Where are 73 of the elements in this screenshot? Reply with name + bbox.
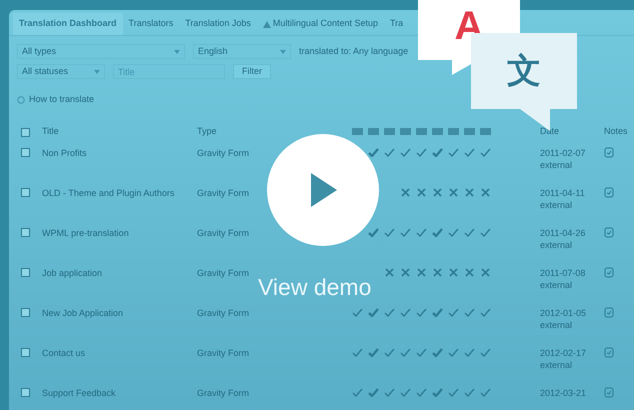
- tab[interactable]: Translation Dashboard: [13, 13, 123, 35]
- source-label: external: [540, 318, 574, 330]
- flag-icon: [368, 128, 379, 135]
- status-select[interactable]: All statuses: [17, 64, 105, 79]
- source-label: external: [540, 358, 574, 370]
- caret-icon: [280, 50, 286, 54]
- date-cell-text: 2012-01-05: [540, 306, 588, 318]
- row-checkbox[interactable]: [21, 188, 30, 196]
- title-cell-text: WPML pre-translation: [42, 226, 130, 240]
- type-select[interactable]: All types: [17, 44, 185, 59]
- type-cell-text: Gravity Form: [197, 146, 250, 160]
- source-label: external: [540, 158, 574, 170]
- source-label: external: [540, 238, 574, 250]
- type-cell-text: Gravity Form: [197, 266, 250, 280]
- flag-icon: [352, 128, 363, 135]
- note-icon[interactable]: [604, 306, 614, 318]
- select-all-checkbox[interactable]: [21, 128, 30, 136]
- type-cell-text: Gravity Form: [197, 386, 250, 400]
- note-icon[interactable]: [604, 226, 614, 238]
- source-label: external: [540, 198, 574, 210]
- type-cell-text: Gravity Form: [197, 186, 250, 200]
- row-checkbox[interactable]: [21, 148, 30, 156]
- target-language-label: translated to: Any language: [299, 44, 408, 58]
- row-checkbox[interactable]: [21, 388, 30, 396]
- title-cell-text: Job application: [42, 266, 104, 280]
- note-icon[interactable]: [604, 186, 614, 198]
- date-cell-text: 2011-04-11: [540, 186, 586, 198]
- date-cell-text: 2012-02-17: [540, 346, 588, 358]
- caret-icon: [94, 70, 100, 74]
- flag-icon: [384, 128, 395, 135]
- date-cell-text: 2011-02-07: [540, 146, 586, 158]
- date-cell-text: 2011-04-26: [540, 226, 586, 238]
- play-caption: View demo: [258, 273, 372, 302]
- flag-icon: [432, 128, 443, 135]
- tab[interactable]: Translation Jobs: [179, 13, 257, 35]
- column-header: Title: [42, 124, 60, 138]
- caret-icon: [174, 50, 180, 54]
- character-glyph: 文: [507, 54, 541, 88]
- tab[interactable]: Tra: [384, 13, 410, 35]
- flag-icon: [464, 128, 475, 135]
- column-header: Type: [197, 124, 218, 138]
- type-cell-text: Gravity Form: [197, 346, 250, 360]
- note-icon[interactable]: [604, 386, 614, 398]
- title-cell-text: Contact us: [42, 346, 86, 360]
- flag-icon: [416, 128, 427, 135]
- filter-button[interactable]: Filter: [233, 64, 271, 79]
- note-icon[interactable]: [604, 266, 614, 278]
- title-cell-text: Support Feedback: [42, 386, 117, 400]
- tab[interactable]: Multilingual Content Setup: [256, 13, 384, 35]
- flag-icon: [400, 128, 411, 135]
- column-header: Notes: [604, 124, 628, 138]
- help-icon: [17, 96, 25, 104]
- title-cell-text: OLD - Theme and Plugin Authors: [42, 186, 176, 200]
- help-link[interactable]: How to translate: [29, 93, 94, 106]
- row-checkbox[interactable]: [21, 268, 30, 276]
- date-cell-text: 2012-03-21: [540, 386, 588, 398]
- tab[interactable]: Translators: [122, 13, 180, 35]
- row-checkbox[interactable]: [21, 308, 30, 316]
- title-cell-text: New Job Application: [42, 306, 124, 320]
- date-cell-text: 2011-07-08: [540, 266, 586, 278]
- flag-icon: [480, 128, 491, 135]
- play-icon: [309, 173, 337, 207]
- row-checkbox[interactable]: [21, 348, 30, 356]
- row-checkbox[interactable]: [21, 228, 30, 236]
- note-icon[interactable]: [604, 146, 614, 158]
- type-cell-text: Gravity Form: [197, 306, 250, 320]
- flag-icon: [448, 128, 459, 135]
- language-select[interactable]: English: [193, 44, 291, 59]
- source-label: external: [540, 278, 574, 290]
- note-icon[interactable]: [604, 346, 614, 358]
- title-cell-text: Non Profits: [42, 146, 88, 160]
- type-cell-text: Gravity Form: [197, 226, 250, 240]
- column-header: Date: [540, 124, 560, 138]
